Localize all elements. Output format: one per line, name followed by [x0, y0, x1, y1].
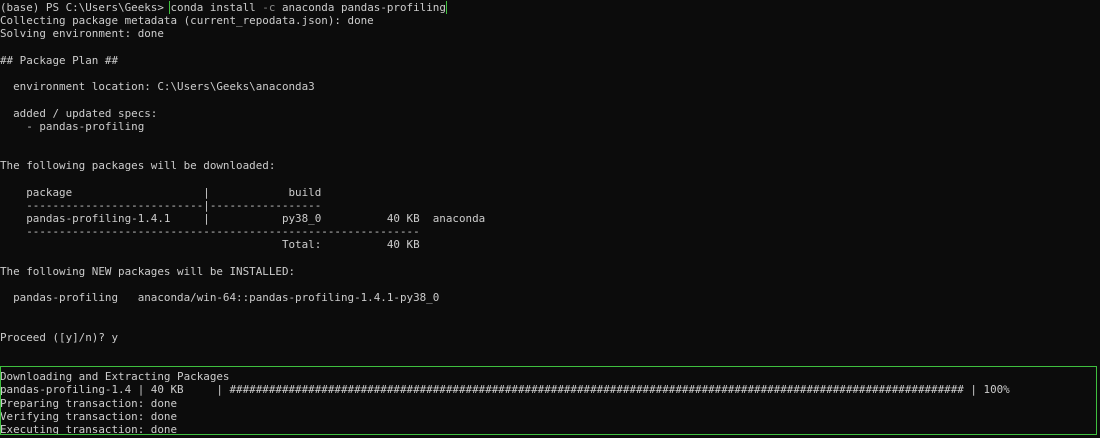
output-line: ----------------------------------------… — [0, 225, 420, 239]
output-line: Solving environment: done — [0, 27, 164, 41]
prompt-line: (base) PS C:\Users\Geeks> conda install … — [0, 1, 1100, 15]
command-args: anaconda pandas-profiling — [275, 1, 446, 14]
command-flag: -c — [262, 1, 276, 14]
output-line: Executing transaction: done — [0, 423, 178, 436]
output-line: The following NEW packages will be INSTA… — [0, 264, 296, 278]
output-line: added / updated specs: — [0, 106, 158, 120]
output-line: pandas-profiling anaconda/win-64::pandas… — [0, 291, 440, 305]
output-line: ## Package Plan ## — [0, 53, 119, 67]
terminal-output: Collecting package metadata (current_rep… — [0, 14, 1100, 436]
output-line: Collecting package metadata (current_rep… — [0, 14, 374, 28]
output-line: - pandas-profiling — [0, 119, 145, 133]
output-line: package | build — [0, 185, 322, 199]
command-text: conda install — [170, 1, 263, 14]
output-line: Preparing transaction: done — [0, 396, 178, 410]
output-line: ---------------------------|------------… — [0, 198, 322, 212]
output-line: Total: 40 KB — [0, 238, 420, 252]
output-line: Downloading and Extracting Packages — [0, 370, 230, 384]
terminal-window[interactable]: (base) PS C:\Users\Geeks> conda install … — [0, 0, 1100, 438]
output-line: environment location: C:\Users\Geeks\ana… — [0, 80, 315, 94]
output-line: Proceed ([y]/n)? y — [0, 330, 119, 344]
output-line: pandas-profiling-1.4 | 40 KB | #########… — [0, 383, 1010, 397]
output-line: pandas-profiling-1.4.1 | py38_0 40 KB an… — [0, 212, 486, 225]
output-line: The following packages will be downloade… — [0, 159, 276, 173]
command-highlight: conda install -c anaconda pandas-profili… — [169, 1, 447, 15]
output-line: Verifying transaction: done — [0, 409, 178, 423]
prompt: (base) PS C:\Users\Geeks> — [0, 1, 171, 14]
